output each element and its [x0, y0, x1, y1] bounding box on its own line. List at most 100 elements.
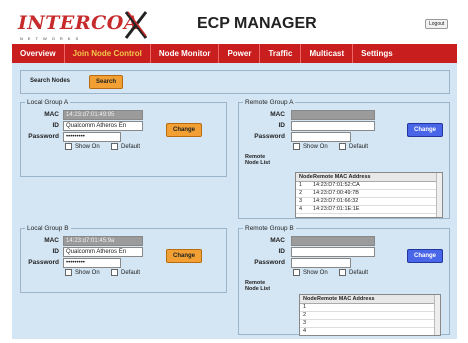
nav-overview[interactable]: Overview — [12, 44, 65, 63]
checkbox-box[interactable] — [111, 143, 118, 150]
remote-b-mac-field — [291, 236, 375, 246]
local-group-b: Local Group B MAC 14:23:d7:01:45:9a ID Q… — [20, 225, 227, 293]
table-row[interactable]: 3 — [300, 320, 440, 328]
logo-subtext: NETWORKS — [20, 36, 84, 41]
local-a-mac-field: 14:23:d7:01:49:95 — [63, 110, 143, 120]
remote-a-node-table[interactable]: Node Remote MAC Address 1 14:23:D7:01:52:… — [295, 172, 443, 218]
local-b-change-button[interactable]: Change — [166, 249, 202, 263]
local-b-mac-field: 14:23:d7:01:45:9a — [63, 236, 143, 246]
remote-a-default-checkbox[interactable]: Default — [339, 143, 368, 150]
local-a-show-on-checkbox[interactable]: Show On — [65, 143, 100, 150]
table-row[interactable]: 1 14:23:D7:01:52:CA — [296, 182, 442, 190]
remote-b-password-field[interactable] — [291, 258, 351, 268]
remote-b-show-on-checkbox[interactable]: Show On — [293, 269, 328, 276]
password-label: Password — [254, 133, 285, 140]
table-scrollbar[interactable] — [434, 295, 440, 335]
remote-b-default-checkbox[interactable]: Default — [339, 269, 368, 276]
table-scrollbar[interactable] — [436, 173, 442, 217]
local-group-a: Local Group A MAC 14:23:d7:01:49:95 ID Q… — [20, 99, 227, 177]
search-label: Search Nodes — [30, 78, 71, 84]
node-cell: 2 — [303, 312, 307, 318]
default-label: Default — [349, 143, 369, 150]
show-on-label: Show On — [303, 269, 328, 276]
search-panel: Search Nodes Search — [20, 70, 450, 94]
id-label: ID — [278, 122, 286, 129]
mac-cell — [317, 312, 440, 319]
table-header: Node Remote MAC Address — [300, 295, 440, 304]
remote-a-id-field[interactable] — [291, 121, 375, 131]
checkbox-box[interactable] — [293, 269, 300, 276]
table-header: Node Remote MAC Address — [296, 173, 442, 182]
checkbox-box[interactable] — [65, 269, 72, 276]
local-b-id-field[interactable]: Qualcomm Atheros En — [63, 247, 143, 257]
mac-label: MAC — [44, 237, 59, 244]
mac-cell: 14:23:D7:01:52:CA — [313, 182, 360, 188]
search-button[interactable]: Search — [89, 75, 123, 89]
mac-label: MAC — [44, 111, 59, 118]
password-label: Password — [254, 259, 285, 266]
col-node-header: Node — [303, 296, 317, 302]
mac-label: MAC — [270, 237, 285, 244]
show-on-label: Show On — [75, 269, 100, 276]
id-label: ID — [52, 248, 60, 255]
default-label: Default — [121, 269, 141, 276]
mac-label: MAC — [270, 111, 285, 118]
local-b-show-on-checkbox[interactable]: Show On — [65, 269, 100, 276]
checkbox-box[interactable] — [65, 143, 72, 150]
logo-x-mark — [124, 11, 148, 39]
remote-node-list-label: Remote Node List — [245, 280, 271, 292]
default-label: Default — [349, 269, 369, 276]
remote-a-mac-field — [291, 110, 375, 120]
table-row[interactable]: 2 14:23:D7:00:49:7B — [296, 190, 442, 198]
local-a-change-button[interactable]: Change — [166, 123, 202, 137]
password-label: Password — [28, 259, 59, 266]
local-a-password-field[interactable]: ••••••••• — [63, 132, 121, 142]
show-on-label: Show On — [75, 143, 100, 150]
nav-multicast[interactable]: Multicast — [301, 44, 354, 63]
id-label: ID — [52, 122, 60, 129]
table-row[interactable]: 1 — [300, 304, 440, 312]
checkbox-box[interactable] — [339, 269, 346, 276]
local-b-password-field[interactable]: ••••••••• — [63, 258, 121, 268]
main-nav: Overview Join Node Control Node Monitor … — [12, 44, 457, 63]
nav-settings[interactable]: Settings — [353, 44, 401, 63]
page-title: ECP MANAGER — [197, 15, 317, 32]
node-cell: 2 — [299, 190, 303, 196]
table-row[interactable]: 4 14:23:D7:01:1E:1E — [296, 206, 442, 214]
header: INTERCOA NETWORKS ECP MANAGER Logout — [12, 4, 457, 44]
node-cell: 1 — [299, 182, 303, 188]
mac-cell — [317, 320, 440, 327]
remote-group-b: Remote Group B MAC ID Password Show On D… — [238, 225, 450, 336]
mac-cell: 14:23:D7:01:66:32 — [313, 198, 359, 204]
logo-text: INTERCOA — [18, 12, 140, 34]
node-cell: 3 — [303, 320, 307, 326]
local-a-default-checkbox[interactable]: Default — [111, 143, 140, 150]
table-row[interactable]: 3 14:23:D7:01:66:32 — [296, 198, 442, 206]
intercoax-logo: INTERCOA NETWORKS — [18, 11, 148, 41]
nav-power[interactable]: Power — [219, 44, 261, 63]
local-b-default-checkbox[interactable]: Default — [111, 269, 140, 276]
remote-b-change-button[interactable]: Change — [407, 249, 443, 263]
remote-b-id-field[interactable] — [291, 247, 375, 257]
remote-a-change-button[interactable]: Change — [407, 123, 443, 137]
nav-node-monitor[interactable]: Node Monitor — [151, 44, 220, 63]
local-a-id-field[interactable]: Qualcomm Atheros En — [63, 121, 143, 131]
table-row[interactable]: 2 — [300, 312, 440, 320]
remote-a-show-on-checkbox[interactable]: Show On — [293, 143, 328, 150]
checkbox-box[interactable] — [111, 269, 118, 276]
default-label: Default — [121, 143, 141, 150]
mac-cell: 14:23:D7:00:49:7B — [313, 190, 359, 196]
remote-a-password-field[interactable] — [291, 132, 351, 142]
remote-b-node-table[interactable]: Node Remote MAC Address 1 2 3 4 — [299, 294, 441, 336]
nav-join-node-control[interactable]: Join Node Control — [65, 44, 151, 63]
mac-cell — [317, 328, 440, 335]
logout-button[interactable]: Logout — [425, 19, 449, 29]
nav-traffic[interactable]: Traffic — [260, 44, 302, 63]
table-row[interactable]: 4 — [300, 328, 440, 335]
checkbox-box[interactable] — [339, 143, 346, 150]
mac-cell — [317, 304, 440, 311]
show-on-label: Show On — [303, 143, 328, 150]
id-label: ID — [278, 248, 286, 255]
checkbox-box[interactable] — [293, 143, 300, 150]
remote-node-list-label: Remote Node List — [245, 154, 271, 166]
